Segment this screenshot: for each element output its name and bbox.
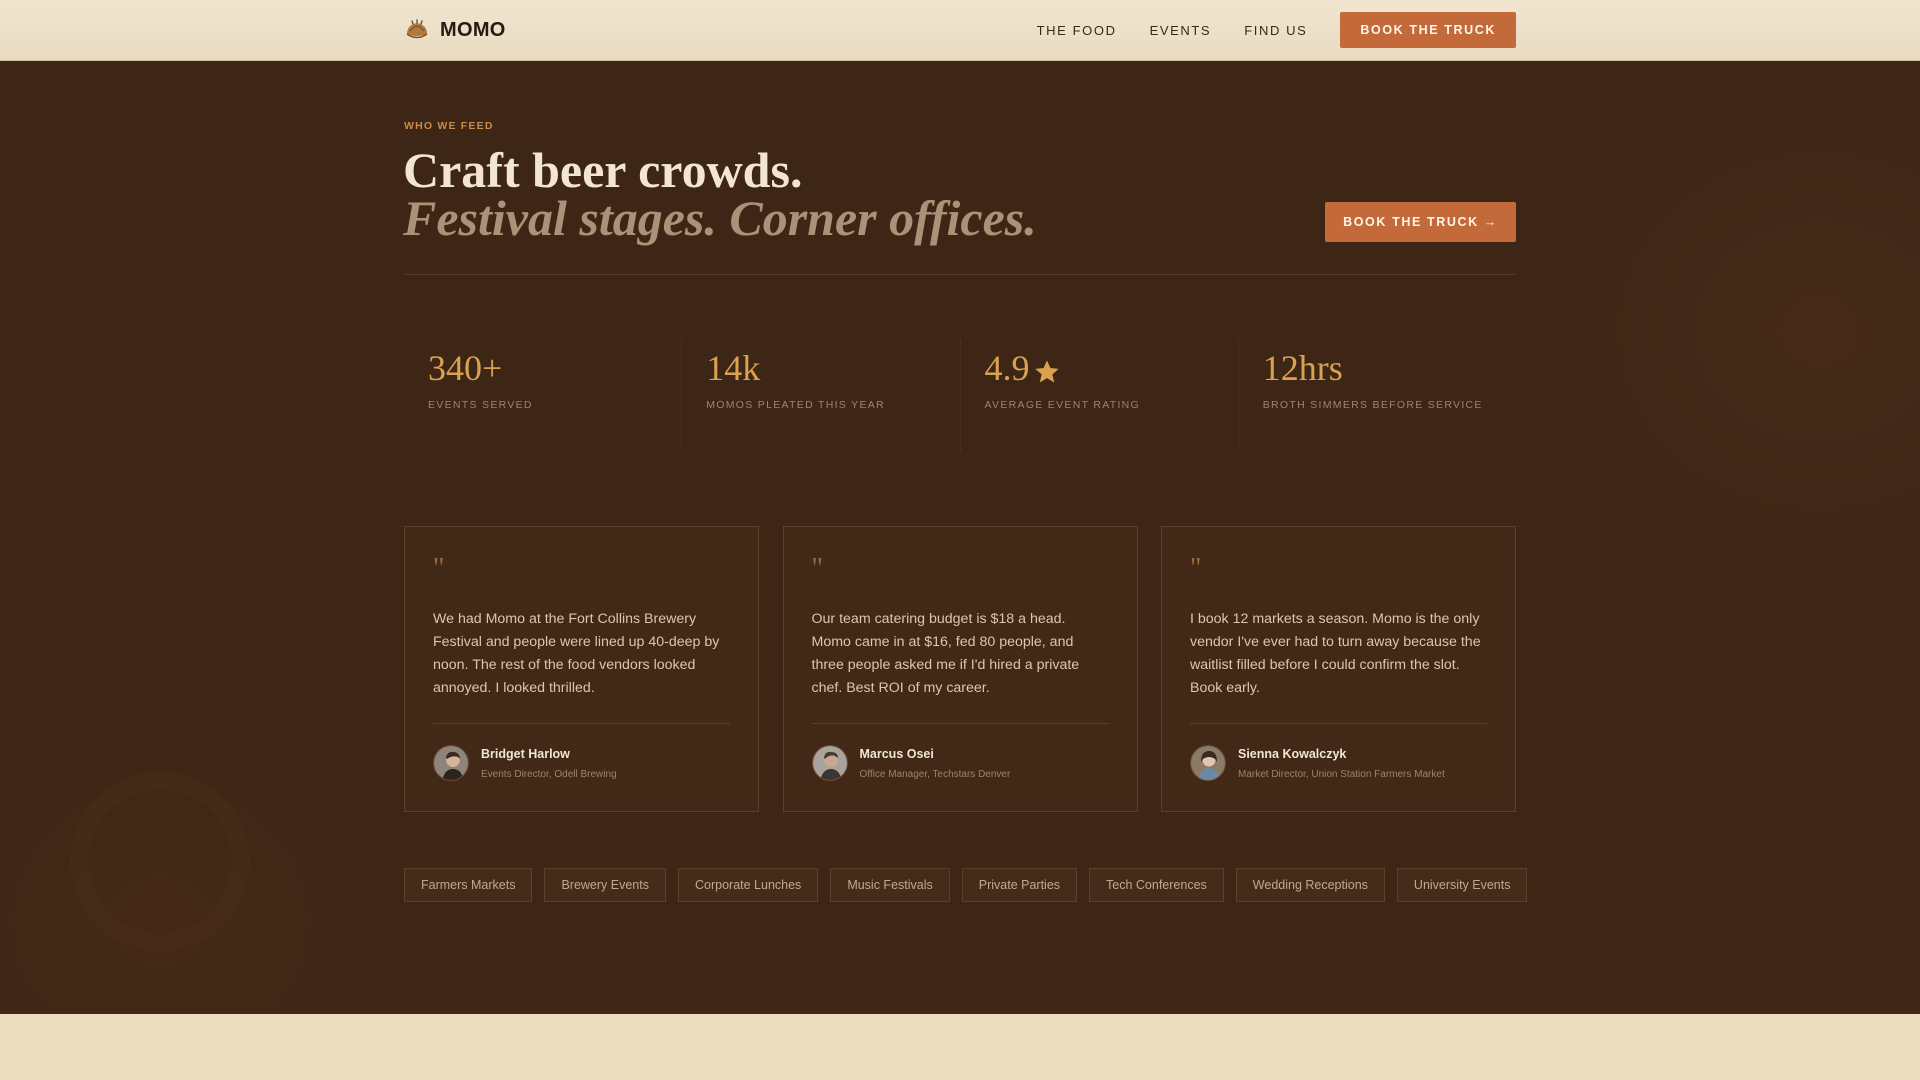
tag-private-parties[interactable]: Private Parties bbox=[961, 868, 1078, 902]
quote-icon: " bbox=[811, 553, 823, 584]
author-role: Events Director, Odell Brewing bbox=[481, 768, 617, 780]
testimonial-author: Marcus Osei Office Manager, Techstars De… bbox=[811, 745, 1011, 781]
brand[interactable]: MOMO bbox=[404, 17, 506, 43]
tag-university-events[interactable]: University Events bbox=[1396, 868, 1528, 902]
testimonial-card: " Our team catering budget is $18 a head… bbox=[782, 526, 1138, 812]
dumpling-icon bbox=[404, 17, 430, 43]
headline-secondary: Festival stages. Corner offices. bbox=[403, 190, 1037, 246]
tag-wedding-receptions[interactable]: Wedding Receptions bbox=[1235, 868, 1385, 902]
nav-link-events[interactable]: EVENTS bbox=[1150, 23, 1212, 38]
testimonial-quote: Our team catering budget is $18 a head. … bbox=[811, 611, 1080, 696]
hero-book-the-truck-button[interactable]: BOOK THE TRUCK → bbox=[1325, 202, 1516, 242]
testimonial-card: " We had Momo at the Fort Collins Brewer… bbox=[404, 526, 759, 812]
testimonial-author: Bridget Harlow Events Director, Odell Br… bbox=[433, 745, 617, 781]
stat-events-served: 340+ EVENTS SERVED bbox=[404, 339, 681, 451]
testimonial-card: " I book 12 markets a season. Momo is th… bbox=[1161, 526, 1516, 812]
avatar bbox=[433, 745, 469, 781]
card-divider bbox=[811, 723, 1109, 724]
tag-music-festivals[interactable]: Music Festivals bbox=[830, 868, 950, 902]
stat-value: 12hrs bbox=[1262, 348, 1343, 388]
author-name: Bridget Harlow bbox=[481, 746, 570, 761]
author-info: Sienna Kowalczyk Market Director, Union … bbox=[1238, 747, 1445, 780]
stat-label: AVERAGE EVENT RATING bbox=[984, 398, 1141, 411]
stat-value: 340+ bbox=[428, 348, 503, 388]
testimonials-row: " We had Momo at the Fort Collins Brewer… bbox=[404, 526, 1516, 812]
section-divider bbox=[404, 274, 1516, 275]
author-role: Market Director, Union Station Farmers M… bbox=[1238, 768, 1445, 780]
tag-tech-conferences[interactable]: Tech Conferences bbox=[1089, 868, 1224, 902]
avatar bbox=[1190, 745, 1226, 781]
tag-corporate-lunches[interactable]: Corporate Lunches bbox=[677, 868, 819, 902]
stat-label: BROTH SIMMERS BEFORE SERVICE bbox=[1262, 398, 1483, 411]
stat-average-rating: 4.9 AVERAGE EVENT RATING bbox=[959, 339, 1238, 451]
tag-farmers-markets[interactable]: Farmers Markets bbox=[404, 868, 533, 902]
site-header: MOMO THE FOOD EVENTS FIND US BOOK THE TR… bbox=[0, 0, 1920, 61]
event-type-tags: Farmers Markets Brewery Events Corporate… bbox=[404, 868, 1539, 902]
quote-icon: " bbox=[433, 553, 445, 584]
stat-broth-simmers: 12hrs BROTH SIMMERS BEFORE SERVICE bbox=[1237, 339, 1516, 451]
quote-icon: " bbox=[1190, 553, 1202, 584]
stats-row: 340+ EVENTS SERVED 14k MOMOS PLEATED THI… bbox=[404, 339, 1516, 451]
brand-name: MOMO bbox=[440, 18, 506, 41]
testimonial-quote: I book 12 markets a season. Momo is the … bbox=[1190, 611, 1481, 696]
author-info: Marcus Osei Office Manager, Techstars De… bbox=[860, 747, 1011, 780]
avatar bbox=[811, 745, 848, 781]
testimonial-author: Sienna Kowalczyk Market Director, Union … bbox=[1190, 745, 1445, 781]
nav-link-the-food[interactable]: THE FOOD bbox=[1037, 23, 1117, 38]
stat-value: 14k bbox=[706, 348, 761, 388]
section-eyebrow: WHO WE FEED bbox=[404, 120, 494, 132]
tag-brewery-events[interactable]: Brewery Events bbox=[544, 868, 666, 902]
background-glow bbox=[1560, 101, 1920, 561]
decorative-ring bbox=[70, 771, 250, 951]
author-name: Sienna Kowalczyk bbox=[1238, 746, 1347, 761]
stat-value: 4.9 bbox=[985, 348, 1238, 389]
book-the-truck-button[interactable]: BOOK THE TRUCK bbox=[1340, 12, 1516, 48]
header-inner: MOMO THE FOOD EVENTS FIND US BOOK THE TR… bbox=[404, 0, 1516, 60]
footer-strip bbox=[0, 1014, 1920, 1080]
stat-label: EVENTS SERVED bbox=[428, 398, 533, 411]
stat-label: MOMOS PLEATED THIS YEAR bbox=[706, 398, 885, 411]
nav-link-find-us[interactable]: FIND US bbox=[1244, 23, 1307, 38]
stat-momos-pleated: 14k MOMOS PLEATED THIS YEAR bbox=[681, 339, 959, 451]
testimonial-quote: We had Momo at the Fort Collins Brewery … bbox=[433, 611, 720, 696]
card-divider bbox=[1190, 723, 1487, 724]
author-name: Marcus Osei bbox=[859, 746, 934, 761]
main-nav: THE FOOD EVENTS FIND US BOOK THE TRUCK bbox=[1037, 12, 1516, 48]
star-icon bbox=[1033, 355, 1061, 383]
author-role: Office Manager, Techstars Denver bbox=[859, 768, 1011, 780]
who-we-feed-section: WHO WE FEED Craft beer crowds. Festival … bbox=[0, 61, 1920, 1014]
card-divider bbox=[433, 723, 730, 724]
author-info: Bridget Harlow Events Director, Odell Br… bbox=[481, 747, 617, 780]
